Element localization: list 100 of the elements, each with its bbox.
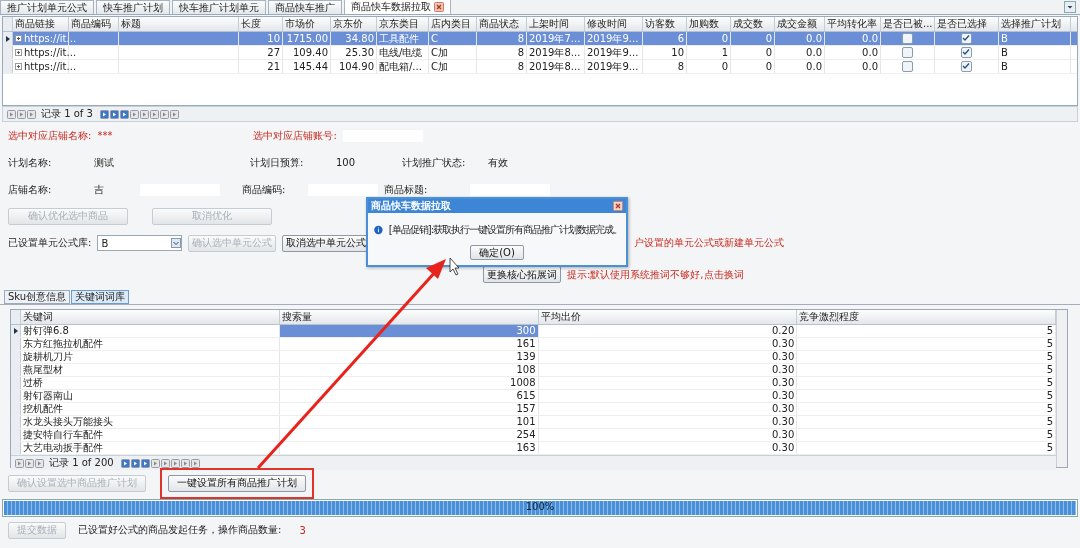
column-header[interactable]: 京东类目 (377, 17, 429, 31)
hint-text: 提示:默认使用系统推词不够好,点击换词 (567, 267, 744, 282)
column-header[interactable]: 修改时间 (585, 17, 643, 31)
column-header[interactable]: 平均转化率 (825, 17, 881, 31)
last-icon[interactable] (140, 458, 150, 468)
row-header[interactable] (11, 325, 21, 337)
table-cell: 旋耕机刀片 (23, 351, 73, 363)
column-header[interactable]: 是否已被... (881, 17, 935, 31)
table-cell: 0.20 (772, 325, 795, 337)
expand-icon[interactable] (15, 49, 22, 56)
next-icon[interactable] (120, 458, 130, 468)
table-row[interactable]: 东方红拖拉机配件 161 0.30 5 (11, 338, 1056, 351)
next-icon[interactable] (99, 109, 109, 119)
column-header[interactable]: 成交金额 (775, 17, 825, 31)
dropdown-icon[interactable] (1064, 1, 1076, 13)
formula-dropdown[interactable]: B (97, 235, 183, 251)
table-cell: 0.30 (772, 377, 795, 389)
column-header[interactable]: 访客数 (643, 17, 687, 31)
table-row[interactable]: 捷安特自行车配件 254 0.30 5 (11, 429, 1056, 442)
column-header[interactable]: 京东价 (331, 17, 377, 31)
column-header[interactable]: 商品状态 (477, 17, 527, 31)
item-count: 3 (299, 524, 306, 536)
table-cell: 0.30 (772, 364, 795, 376)
table-cell: 大艺电动扳手配件 (23, 442, 103, 454)
table-row[interactable]: 射钉弹6.8 300 0.20 5 (11, 325, 1056, 338)
table-row[interactable]: 旋耕机刀片 139 0.30 5 (11, 351, 1056, 364)
last-icon[interactable] (119, 109, 129, 119)
table-cell: 5 (1046, 364, 1053, 376)
table-cell: https://it... (24, 60, 77, 73)
column-header[interactable]: 是否已选择 (935, 17, 999, 31)
table-cell: 0 (721, 60, 728, 73)
column-header[interactable]: 选择推广计划 (999, 17, 1071, 31)
record-counter: 记录 1 of 200 (49, 456, 114, 470)
table-row[interactable]: 燕尾型材 108 0.30 5 (11, 364, 1056, 377)
column-header[interactable]: 上架时间 (527, 17, 585, 31)
table-cell: 5 (1046, 351, 1053, 363)
field-label: 计划日预算: (250, 156, 305, 170)
table-cell: 8 (517, 32, 524, 45)
column-header[interactable]: 搜索量 (279, 310, 539, 324)
scrollbar[interactable] (1056, 310, 1067, 467)
tab[interactable]: 推广计划单元公式 (0, 0, 94, 14)
table-cell: 145.44 (293, 60, 328, 73)
table-cell: B (1001, 60, 1008, 73)
column-header[interactable]: 成交数 (731, 17, 775, 31)
tab[interactable]: 商品快车数据拉取 (344, 0, 451, 14)
table-cell: 0.0 (862, 32, 878, 45)
checkbox[interactable] (961, 33, 972, 44)
table-row[interactable]: https://it... 21 145.44 104.90 配电箱/... C加 8 2019年8... 2019年9... 8 0 0 0.0 0.0 B (3, 60, 1077, 74)
close-icon[interactable] (613, 201, 623, 211)
expand-icon[interactable] (15, 63, 22, 70)
close-icon[interactable] (434, 2, 444, 12)
progress-label: 100% (525, 501, 555, 512)
table-cell: 1715.00 (286, 32, 328, 45)
table-cell: 5 (1046, 325, 1053, 337)
checkbox[interactable] (902, 33, 913, 44)
set-all-plans-button[interactable]: 一键设置所有商品推广计划 (168, 474, 306, 492)
checkbox[interactable] (961, 47, 972, 58)
table-row[interactable]: 过桥 1008 0.30 5 (11, 377, 1056, 390)
column-header[interactable]: 关键词 (21, 310, 280, 324)
column-header[interactable]: 商品链接 (13, 17, 69, 31)
checkbox[interactable] (902, 61, 913, 72)
nextpage-icon[interactable] (109, 109, 119, 119)
table-row[interactable]: 挖机配件 157 0.30 5 (11, 403, 1056, 416)
field-value: 有效 (488, 156, 509, 170)
record-counter: 记录 1 of 3 (41, 107, 93, 121)
table-cell: 0 (765, 32, 772, 45)
checkbox[interactable] (902, 47, 913, 58)
table-cell: 0 (765, 46, 772, 59)
tab[interactable]: 关键词词库 (71, 290, 130, 304)
table-cell: 0.30 (772, 390, 795, 402)
nextpage-icon[interactable] (130, 458, 140, 468)
table-cell: 0.0 (862, 60, 878, 73)
column-header[interactable]: 平均出价 (538, 310, 798, 324)
table-cell: 2019年9... (587, 32, 639, 45)
table-cell: 0.30 (772, 403, 795, 415)
table-row[interactable]: https://it... 27 109.40 25.30 电线/电缆 C加 8 2019年8... 2019年9... 10 1 0 0.0 0.0 B (3, 46, 1077, 60)
column-header[interactable]: 市场价 (283, 17, 331, 31)
column-header[interactable]: 长度 (239, 17, 283, 31)
field-label: 选中对应店铺名称: (8, 128, 92, 143)
tab[interactable]: Sku创意信息 (4, 290, 71, 304)
table-cell: 2019年8... (529, 46, 581, 59)
expand-icon[interactable] (15, 35, 22, 42)
column-header[interactable]: 店内类目 (429, 17, 477, 31)
ok-button[interactable]: 确定(O) (470, 245, 524, 260)
column-header[interactable]: 加购数 (687, 17, 731, 31)
table-cell: 捷安特自行车配件 (23, 429, 103, 441)
column-header[interactable]: 标题 (119, 17, 239, 31)
tab[interactable]: 商品快车推广 (268, 0, 342, 14)
row-header[interactable] (3, 32, 13, 45)
table-cell: 燕尾型材 (23, 364, 63, 376)
table-row[interactable]: 射钉器南山 615 0.30 5 (11, 390, 1056, 403)
table-cell: 射钉器南山 (23, 390, 73, 402)
table-cell: 2019年9... (587, 46, 639, 59)
table-row[interactable]: 水龙头接头万能接头 101 0.30 5 (11, 416, 1056, 429)
checkbox[interactable] (961, 61, 972, 72)
tab[interactable]: 快车推广计划 (96, 0, 170, 14)
column-header[interactable]: 商品编码 (69, 17, 119, 31)
table-cell: 254 (516, 429, 536, 441)
row-pointer-icon (13, 328, 18, 334)
tab[interactable]: 快车推广计划单元 (172, 0, 266, 14)
